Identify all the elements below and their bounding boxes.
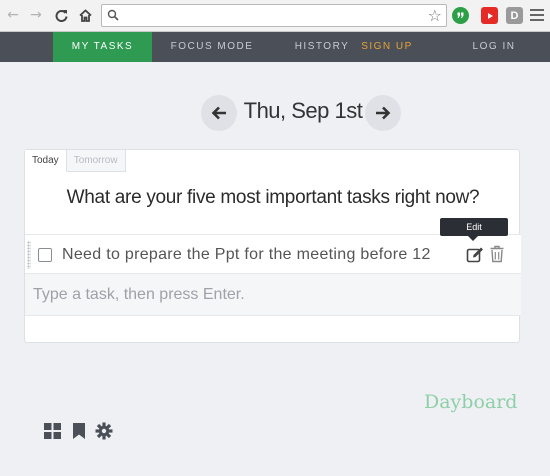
nav-history[interactable]: HISTORY [290,32,354,62]
task-item[interactable]: Need to prepare the Ppt for the meeting … [25,234,521,274]
bookmark-star-icon[interactable]: ☆ [428,6,442,25]
next-day-button[interactable] [365,95,401,131]
bookmark-icon[interactable] [70,422,88,440]
day-tabs: Today Tomorrow [25,150,126,172]
d-extension-icon[interactable]: D [506,7,523,24]
youtube-extension-icon[interactable] [481,7,498,24]
dashboard-grid-icon[interactable] [44,422,62,440]
browser-toolbar: ← → ☆ D [0,0,550,32]
trash-icon[interactable] [489,245,505,263]
new-task-input[interactable] [33,282,513,308]
nav-sign-up[interactable]: SIGN UP [358,32,416,62]
drag-handle-icon[interactable] [27,241,31,269]
address-bar[interactable]: ☆ [101,4,447,27]
nav-my-tasks[interactable]: MY TASKS [53,32,152,62]
tab-today[interactable]: Today [25,150,67,172]
arrow-right-icon [376,106,391,120]
arrow-left-icon [211,106,226,120]
edit-tooltip: Edit [440,218,508,241]
forward-icon[interactable]: → [28,7,44,23]
tab-tomorrow[interactable]: Tomorrow [66,150,126,172]
nav-focus-mode[interactable]: FOCUS MODE [164,32,260,62]
current-date: Thu, Sep 1st [243,98,363,123]
new-task-area [25,274,521,316]
reload-icon[interactable] [53,7,69,23]
question-heading: What are your five most important tasks … [66,187,480,208]
task-checkbox[interactable] [38,248,52,262]
settings-gear-icon[interactable] [95,422,113,440]
nav-log-in[interactable]: LOG IN [466,32,522,62]
hangouts-extension-icon[interactable] [452,7,469,24]
back-icon[interactable]: ← [5,7,21,23]
browser-menu-icon[interactable] [530,9,544,24]
previous-day-button[interactable] [201,95,237,131]
search-icon [107,9,119,21]
edit-icon[interactable] [466,246,484,264]
home-icon[interactable] [77,7,93,23]
task-card: Today Tomorrow What are your five most i… [24,149,521,343]
top-navigation: MY TASKS FOCUS MODE HISTORY SIGN UP LOG … [0,32,550,62]
task-text: Need to prepare the Ppt for the meeting … [62,246,431,263]
brand-logo[interactable]: Dayboard [424,391,517,413]
